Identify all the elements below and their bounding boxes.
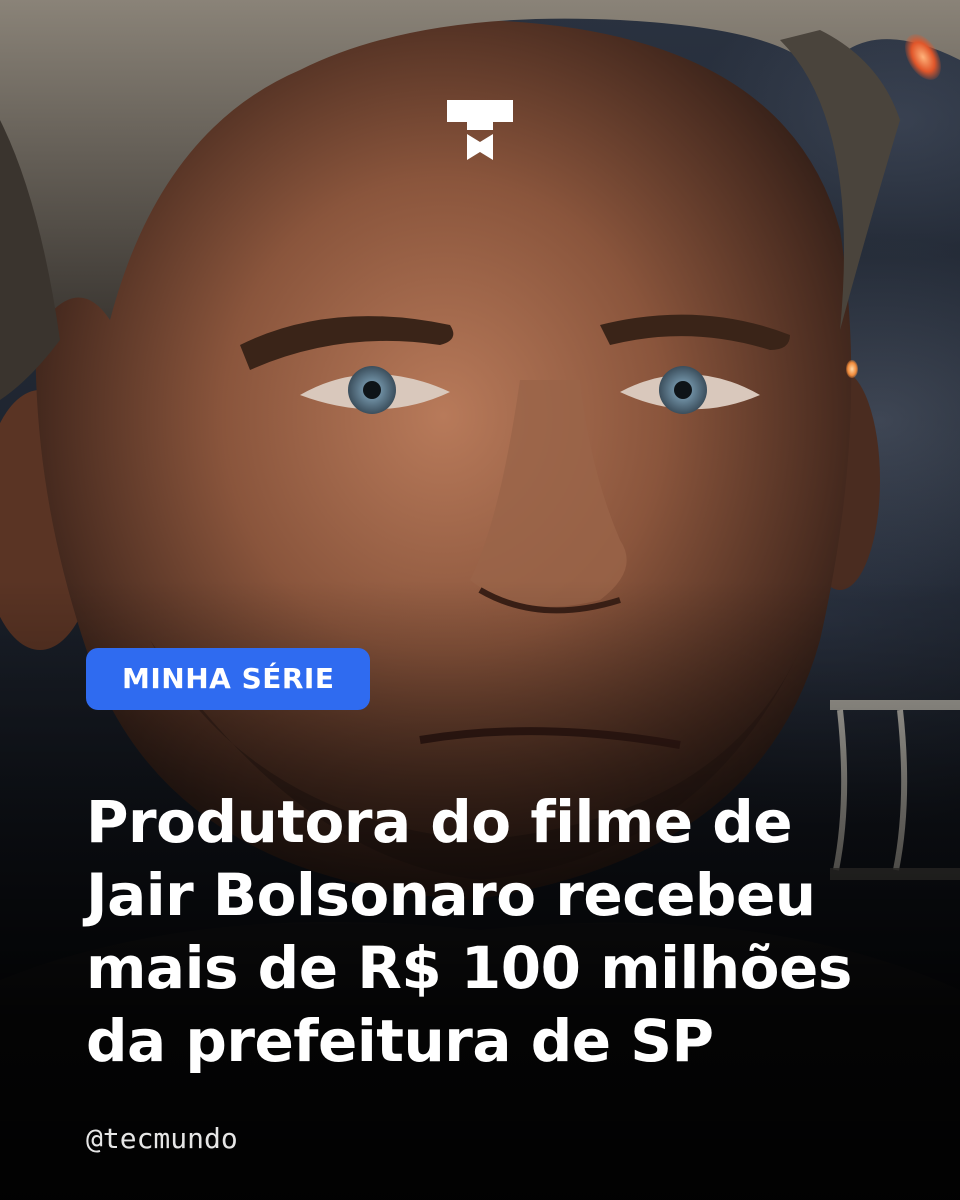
headline: Produtora do filme de Jair Bolsonaro rec… xyxy=(86,788,852,1075)
tecmundo-logo-icon xyxy=(447,100,513,160)
ember-spark xyxy=(846,360,858,378)
account-handle: @tecmundo xyxy=(86,1122,238,1155)
news-post-card: MINHA SÉRIE Produtora do filme de Jair B… xyxy=(0,0,960,1200)
category-badge: MINHA SÉRIE xyxy=(86,648,371,710)
